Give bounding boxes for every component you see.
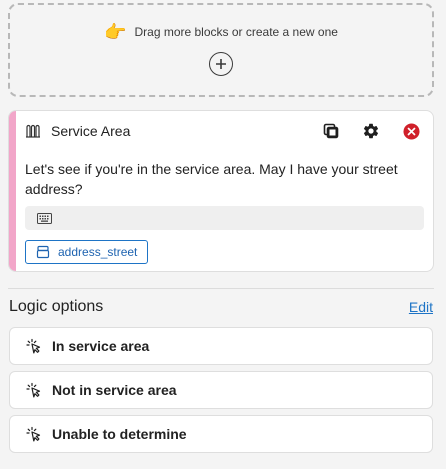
service-area-block[interactable]: Service Area Let's see if you're in the … (8, 110, 434, 272)
variable-chip-label: address_street (58, 245, 138, 259)
variable-chip[interactable]: address_street (25, 240, 149, 264)
logic-option-label: Unable to determine (52, 426, 187, 442)
drop-zone-hint: 👉 Drag more blocks or create a new one (10, 23, 432, 41)
duplicate-button[interactable] (321, 121, 341, 141)
drop-zone-hint-text: Drag more blocks or create a new one (134, 25, 338, 39)
section-divider (8, 288, 434, 289)
logic-option-unable-to-determine[interactable]: Unable to determine (9, 415, 433, 453)
block-message: Let's see if you're in the service area.… (25, 161, 398, 197)
logic-option-in-service-area[interactable]: In service area (9, 327, 433, 365)
database-icon (36, 245, 50, 259)
logic-option-label: Not in service area (52, 382, 177, 398)
copy-icon (323, 123, 339, 139)
logic-options-title: Logic options (9, 298, 104, 315)
pointer-click-icon (26, 338, 41, 354)
block-drop-zone[interactable]: 👉 Drag more blocks or create a new one (8, 3, 434, 97)
block-type-icon (26, 124, 40, 138)
plus-icon (216, 59, 226, 69)
block-header: Service Area (25, 120, 421, 142)
logic-option-not-in-service-area[interactable]: Not in service area (9, 371, 433, 409)
delete-button[interactable] (401, 121, 421, 141)
block-title: Service Area (51, 123, 131, 139)
pointing-hand-icon: 👉 (104, 22, 127, 42)
block-accent-bar (9, 111, 16, 271)
edit-logic-link[interactable]: Edit (409, 299, 433, 315)
keyboard-icon (37, 212, 52, 224)
settings-button[interactable] (361, 121, 381, 141)
logic-option-label: In service area (52, 338, 150, 354)
add-block-button[interactable] (209, 52, 233, 76)
pointer-click-icon (26, 382, 41, 398)
close-circle-icon (402, 122, 420, 140)
user-input-field[interactable] (25, 206, 424, 230)
gear-icon (363, 123, 379, 139)
pointer-click-icon (26, 426, 41, 442)
